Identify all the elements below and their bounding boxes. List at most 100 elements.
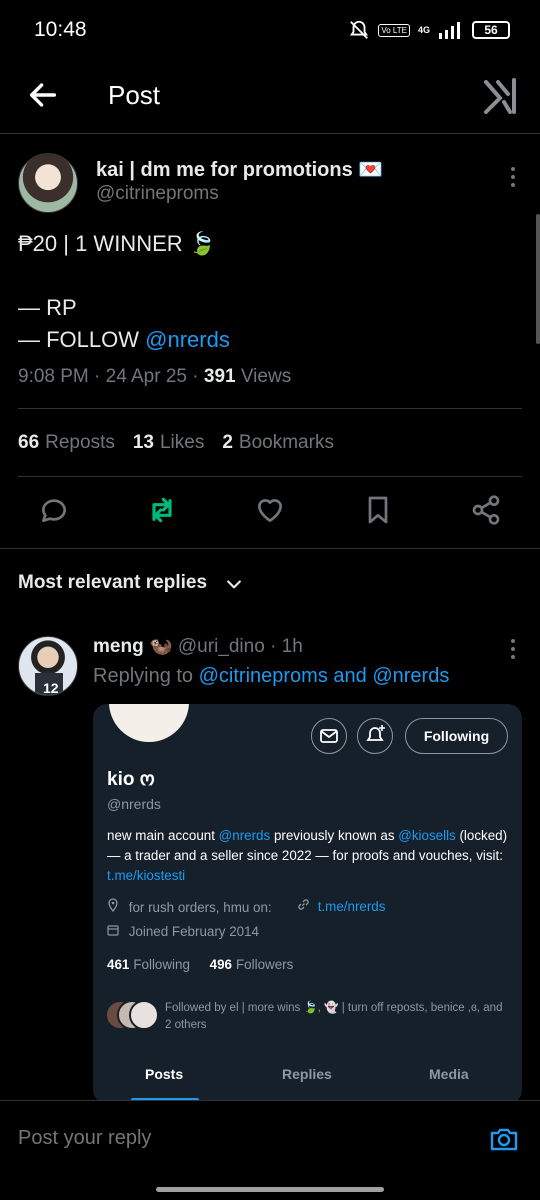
bookmark-icon[interactable] — [362, 494, 394, 526]
status-bar: 10:48 Vo LTE 4G 56 — [0, 0, 540, 60]
signal-icon — [439, 22, 460, 39]
bio-text: previously known as — [270, 828, 399, 843]
author-handle[interactable]: @citrineproms — [96, 183, 219, 205]
share-icon[interactable] — [470, 494, 502, 526]
reply-composer: Post your reply — [0, 1100, 540, 1200]
likes-count: 13 — [132, 432, 154, 453]
volte-badge: Vo LTE — [378, 23, 410, 37]
reply-author-name: meng 🦦 — [93, 636, 173, 657]
bookmarks-stat[interactable]: 2 Bookmarks — [222, 432, 334, 454]
reply-input[interactable]: Post your reply — [18, 1127, 151, 1150]
replying-mentions[interactable]: @citrineproms and @nrerds — [199, 665, 450, 687]
website-link: t.me/nrerds — [317, 899, 386, 914]
mute-icon — [350, 20, 369, 39]
calendar-icon — [107, 925, 119, 936]
joined-text: Joined February 2014 — [128, 924, 260, 939]
replying-prefix: Replying to — [93, 665, 199, 687]
page-title: Post — [108, 80, 161, 110]
reply-image[interactable]: Following kio ო @nrerds new main account… — [93, 704, 522, 1104]
post-mention[interactable]: @nrerds — [145, 327, 230, 352]
tab-posts: Posts — [145, 1066, 184, 1082]
reply-author-handle: @uri_dino — [177, 636, 265, 657]
bookmarks-count: 2 — [222, 432, 233, 453]
back-arrow-icon[interactable] — [26, 78, 60, 112]
profile-joined: Joined February 2014 — [107, 924, 259, 939]
tab-replies: Replies — [282, 1066, 332, 1082]
link-icon — [298, 899, 309, 910]
bell-plus-icon — [366, 725, 385, 741]
bookmarks-label: Bookmarks — [238, 432, 334, 453]
profile-website: t.me/nrerds — [297, 898, 385, 914]
likes-label: Likes — [159, 432, 205, 453]
network-type: 4G — [417, 25, 430, 35]
svg-text:12: 12 — [43, 680, 59, 696]
repost-icon[interactable] — [146, 494, 178, 526]
followers-label: Followers — [236, 957, 294, 972]
followed-by-avatars — [105, 1000, 161, 1030]
profile-name: kio ო — [107, 769, 155, 790]
bio-mention: @kiosells — [398, 828, 456, 843]
chevron-down-icon[interactable] — [224, 574, 244, 594]
bio-text: new main account — [107, 828, 219, 843]
post-line-2: — RP — [18, 295, 77, 320]
replying-to: Replying to @citrineproms and @nrerds — [93, 665, 449, 688]
avatar-photo: 12 — [35, 673, 63, 696]
post-line-3: — FOLLOW @nrerds — [18, 324, 230, 356]
views-count: 391 — [203, 366, 236, 387]
views-label: Views — [235, 366, 292, 387]
grok-icon[interactable] — [484, 76, 520, 114]
reply-author[interactable]: meng 🦦 @uri_dino · 1h — [93, 634, 303, 658]
reply-avatar[interactable]: 12 — [18, 636, 78, 696]
top-bar: Post — [0, 60, 540, 134]
post-body: ₱20 | 1 WINNER 🍃 — RP — FOLLOW @nrerds — [18, 228, 230, 356]
author-name[interactable]: kai | dm me for promotions 💌 — [96, 157, 383, 182]
profile-follow-counts: 461 Following 496 Followers — [107, 957, 293, 972]
location-icon — [108, 898, 118, 913]
post-line-1: ₱20 | 1 WINNER 🍃 — [18, 231, 217, 256]
profile-location: for rush orders, hmu on: — [107, 898, 272, 915]
following-button: Following — [405, 718, 508, 754]
replies-sort-label[interactable]: Most relevant replies — [18, 572, 207, 594]
profile-bio: new main account @nrerds previously know… — [107, 826, 512, 886]
status-time: 10:48 — [34, 18, 87, 41]
notify-button — [357, 718, 393, 754]
profile-avatar — [107, 704, 191, 744]
following-count: 461 — [107, 957, 130, 972]
status-icons: Vo LTE 4G 56 — [348, 19, 510, 41]
tab-media: Media — [429, 1066, 469, 1082]
followers-count: 496 — [209, 957, 232, 972]
bio-mention: @nrerds — [218, 828, 271, 843]
reposts-count: 66 — [18, 432, 40, 453]
divider — [18, 476, 522, 477]
reply-icon[interactable] — [38, 494, 70, 526]
post-line-3-text: — FOLLOW — [18, 327, 146, 352]
message-button — [311, 718, 347, 754]
reposts-stat[interactable]: 66 Reposts — [18, 432, 115, 454]
follower-avatar — [129, 1000, 159, 1030]
likes-stat[interactable]: 13 Likes — [133, 432, 205, 454]
more-options-icon[interactable] — [508, 166, 518, 188]
divider — [18, 408, 522, 409]
scrollbar[interactable] — [536, 214, 540, 344]
camera-icon[interactable] — [488, 1123, 520, 1155]
followed-by-text: Followed by el | more wins 🍃, 👻 | turn o… — [165, 1002, 503, 1031]
post-time: 9:08 PM · 24 Apr 25 · — [18, 366, 204, 387]
mail-icon — [320, 729, 338, 743]
more-options-icon[interactable] — [508, 638, 518, 660]
bio-link: t.me/kiostesti — [107, 868, 186, 883]
profile-tabs: Posts Replies Media — [93, 1058, 522, 1104]
following-label: Following — [133, 957, 190, 972]
battery-icon: 56 — [472, 21, 510, 39]
author-avatar[interactable] — [18, 153, 78, 213]
action-bar — [0, 494, 540, 534]
post-stats: 66 Reposts 13 Likes 2 Bookmarks — [18, 432, 334, 454]
reply-time: · 1h — [270, 636, 303, 657]
divider — [0, 548, 540, 549]
home-indicator[interactable] — [156, 1187, 384, 1192]
post-meta: 9:08 PM · 24 Apr 25 · 391 Views — [18, 366, 291, 388]
like-icon[interactable] — [254, 494, 286, 526]
profile-handle: @nrerds — [107, 796, 161, 812]
reposts-label: Reposts — [45, 432, 115, 453]
location-text: for rush orders, hmu on: — [128, 900, 272, 915]
